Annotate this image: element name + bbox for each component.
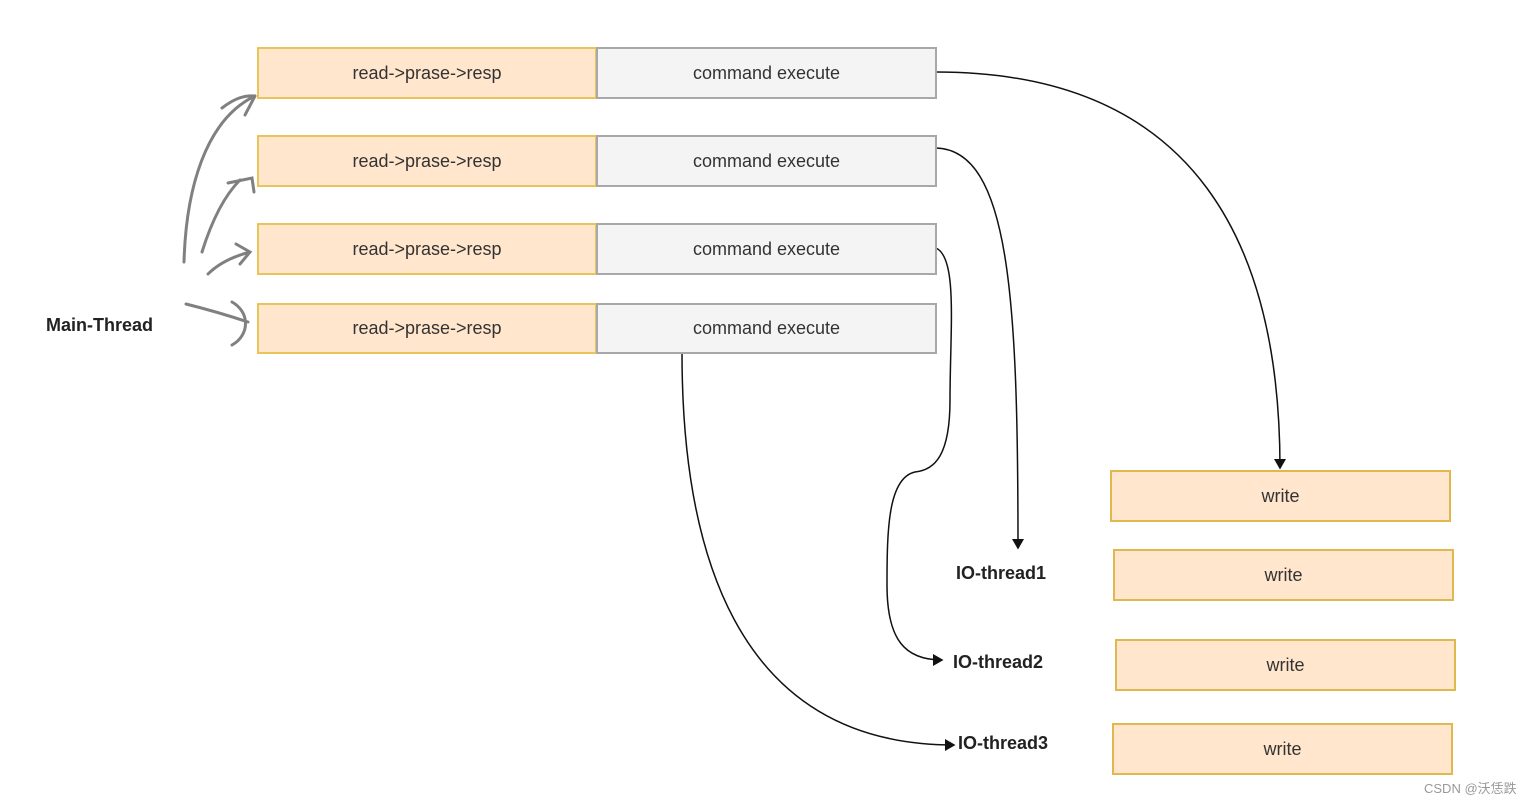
hand-arrow-4 [184, 300, 250, 347]
hand-drawn-arrows [182, 94, 257, 347]
execute-box-2: command execute [596, 135, 937, 187]
hand-arrow-2 [200, 176, 256, 254]
watermark: CSDN @沃恁跌 [1424, 781, 1517, 796]
io-thread1-label: IO-thread1 [956, 563, 1047, 583]
execute-box-3: command execute [596, 223, 937, 275]
stage-box-4: read->prase->resp [257, 303, 597, 354]
stage-box-2: read->prase->resp [257, 135, 597, 187]
write-box-4: write [1112, 723, 1453, 775]
io-thread2-label: IO-thread2 [953, 652, 1044, 672]
main-thread-label: Main-Thread [46, 315, 154, 335]
execute-box-1: command execute [596, 47, 937, 99]
execute-box-4: command execute [596, 303, 937, 354]
write-box-2: write [1113, 549, 1454, 601]
write-box-1: write [1110, 470, 1451, 522]
arrow-row4-to-io-thread3 [681, 352, 956, 751]
arrow-row2-to-io-thread1 [935, 147, 1024, 550]
io-thread3-label: IO-thread3 [958, 733, 1049, 753]
write-box-3: write [1115, 639, 1456, 691]
arrow-row1-to-write1 [935, 71, 1286, 470]
hand-arrow-3 [206, 242, 253, 276]
stage-box-3: read->prase->resp [257, 223, 597, 275]
stage-box-1: read->prase->resp [257, 47, 597, 99]
